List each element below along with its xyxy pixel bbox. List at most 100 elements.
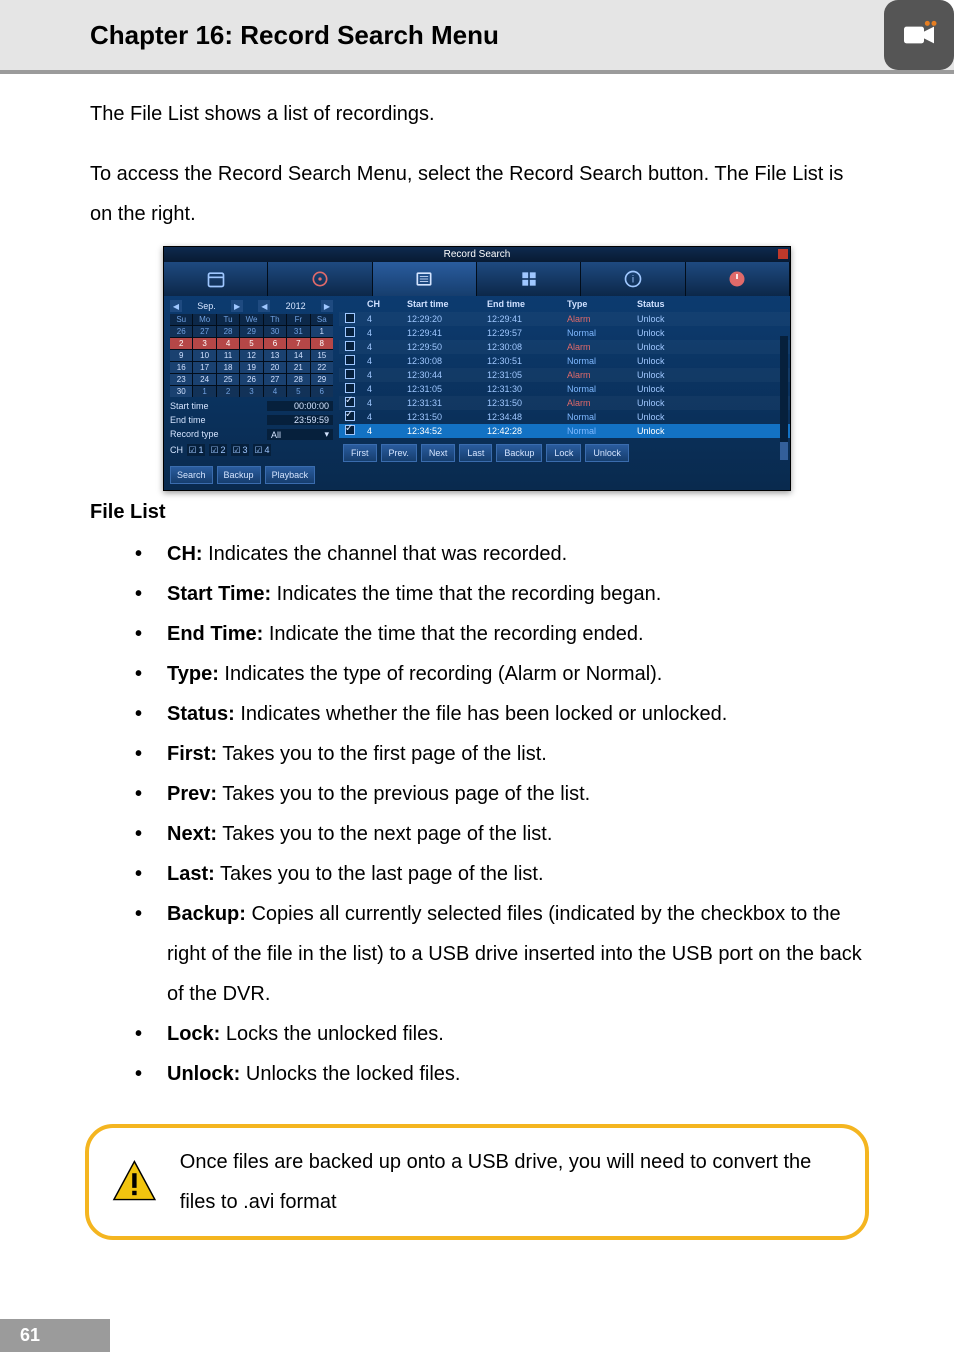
record-type-row: Record type All ▾ [170, 429, 333, 440]
cell-type: Normal [565, 355, 635, 367]
backup-button[interactable]: Backup [496, 444, 542, 462]
start-time-value[interactable]: 00:00:00 [267, 401, 333, 411]
next-button[interactable]: Next [421, 444, 456, 462]
row-checkbox[interactable] [345, 355, 355, 365]
first-button[interactable]: First [343, 444, 377, 462]
table-row[interactable]: 412:30:4412:31:05AlarmUnlock [339, 368, 790, 382]
unlock-button[interactable]: Unlock [585, 444, 629, 462]
calendar-day[interactable]: 19 [240, 362, 262, 373]
record-search-screenshot: Record Search i [163, 246, 791, 491]
calendar-day[interactable]: 21 [287, 362, 309, 373]
lock-button[interactable]: Lock [546, 444, 581, 462]
calendar-day[interactable]: 3 [240, 386, 262, 397]
cell-end: 12:34:48 [485, 411, 565, 423]
row-checkbox[interactable] [345, 313, 355, 323]
row-checkbox[interactable] [345, 369, 355, 379]
calendar-day[interactable]: 17 [193, 362, 215, 373]
tab-grid[interactable] [477, 262, 581, 296]
calendar-day[interactable]: 1 [193, 386, 215, 397]
calendar-day[interactable]: 4 [217, 338, 239, 349]
channel-checkbox[interactable]: ☑1 [187, 444, 205, 456]
year-next-button[interactable]: ▶ [321, 300, 333, 312]
tab-disc[interactable] [268, 262, 372, 296]
record-type-dropdown[interactable]: All ▾ [267, 429, 333, 440]
table-row[interactable]: 412:34:5212:42:28NormalUnlock [339, 424, 790, 438]
month-prev-button[interactable]: ◀ [170, 300, 182, 312]
year-prev-button[interactable]: ◀ [258, 300, 270, 312]
calendar-day[interactable]: 16 [170, 362, 192, 373]
table-row[interactable]: 412:31:5012:34:48NormalUnlock [339, 410, 790, 424]
calendar-day[interactable]: 24 [193, 374, 215, 385]
calendar-day[interactable]: 31 [287, 326, 309, 337]
calendar-day[interactable]: 30 [264, 326, 286, 337]
calendar-day[interactable]: 29 [240, 326, 262, 337]
calendar-day[interactable]: 9 [170, 350, 192, 361]
calendar-day[interactable]: 8 [311, 338, 333, 349]
calendar-day[interactable]: 2 [170, 338, 192, 349]
table-row[interactable]: 412:29:5012:30:08AlarmUnlock [339, 340, 790, 354]
scroll-thumb[interactable] [780, 442, 788, 460]
close-icon[interactable] [778, 249, 788, 259]
calendar-day[interactable]: 20 [264, 362, 286, 373]
row-checkbox[interactable] [345, 397, 355, 407]
calendar-day[interactable]: 3 [193, 338, 215, 349]
calendar-day[interactable]: 5 [240, 338, 262, 349]
row-checkbox[interactable] [345, 425, 355, 435]
calendar-day[interactable]: 13 [264, 350, 286, 361]
bullet-desc: Indicate the time that the recording end… [263, 623, 643, 645]
calendar-day[interactable]: 7 [287, 338, 309, 349]
calendar-day[interactable]: 4 [264, 386, 286, 397]
tab-power[interactable] [686, 262, 790, 296]
calendar-day[interactable]: 18 [217, 362, 239, 373]
row-checkbox[interactable] [345, 411, 355, 421]
playback-button[interactable]: Playback [265, 466, 316, 484]
row-checkbox[interactable] [345, 341, 355, 351]
calendar-day[interactable]: 23 [170, 374, 192, 385]
tab-list[interactable] [373, 262, 477, 296]
channel-checkbox[interactable]: ☑3 [231, 444, 249, 456]
month-next-button[interactable]: ▶ [231, 300, 243, 312]
calendar-day[interactable]: 27 [264, 374, 286, 385]
tab-bar: i [164, 262, 790, 296]
cell-ch: 4 [365, 411, 405, 423]
record-type-value: All [271, 430, 281, 440]
calendar-day[interactable]: 2 [217, 386, 239, 397]
table-row[interactable]: 412:29:2012:29:41AlarmUnlock [339, 312, 790, 326]
end-time-value[interactable]: 23:59:59 [267, 415, 333, 425]
calendar-day[interactable]: 26 [240, 374, 262, 385]
prev-button[interactable]: Prev. [381, 444, 417, 462]
calendar-day[interactable]: 14 [287, 350, 309, 361]
bullet-term: Next: [167, 823, 217, 845]
table-row[interactable]: 412:29:4112:29:57NormalUnlock [339, 326, 790, 340]
calendar[interactable]: SuMoTuWeThFrSa26272829303112345678910111… [170, 314, 333, 397]
last-button[interactable]: Last [459, 444, 492, 462]
calendar-day[interactable]: 27 [193, 326, 215, 337]
calendar-day[interactable]: 30 [170, 386, 192, 397]
calendar-day[interactable]: 25 [217, 374, 239, 385]
calendar-day[interactable]: 11 [217, 350, 239, 361]
tab-help[interactable]: i [581, 262, 685, 296]
calendar-day[interactable]: 1 [311, 326, 333, 337]
calendar-day[interactable]: 15 [311, 350, 333, 361]
calendar-day[interactable]: 22 [311, 362, 333, 373]
table-row[interactable]: 412:30:0812:30:51NormalUnlock [339, 354, 790, 368]
row-checkbox[interactable] [345, 383, 355, 393]
calendar-day[interactable]: 26 [170, 326, 192, 337]
backup-left-button[interactable]: Backup [217, 466, 261, 484]
row-checkbox[interactable] [345, 327, 355, 337]
calendar-day[interactable]: 6 [311, 386, 333, 397]
calendar-day[interactable]: 28 [217, 326, 239, 337]
th-ch: CH [365, 298, 405, 310]
calendar-day[interactable]: 5 [287, 386, 309, 397]
channel-checkbox[interactable]: ☑4 [253, 444, 271, 456]
search-button[interactable]: Search [170, 466, 213, 484]
table-row[interactable]: 412:31:0512:31:30NormalUnlock [339, 382, 790, 396]
tab-calendar[interactable] [164, 262, 268, 296]
calendar-day[interactable]: 28 [287, 374, 309, 385]
calendar-day[interactable]: 12 [240, 350, 262, 361]
calendar-day[interactable]: 10 [193, 350, 215, 361]
table-row[interactable]: 412:31:3112:31:50AlarmUnlock [339, 396, 790, 410]
calendar-day[interactable]: 29 [311, 374, 333, 385]
calendar-day[interactable]: 6 [264, 338, 286, 349]
channel-checkbox[interactable]: ☑2 [209, 444, 227, 456]
